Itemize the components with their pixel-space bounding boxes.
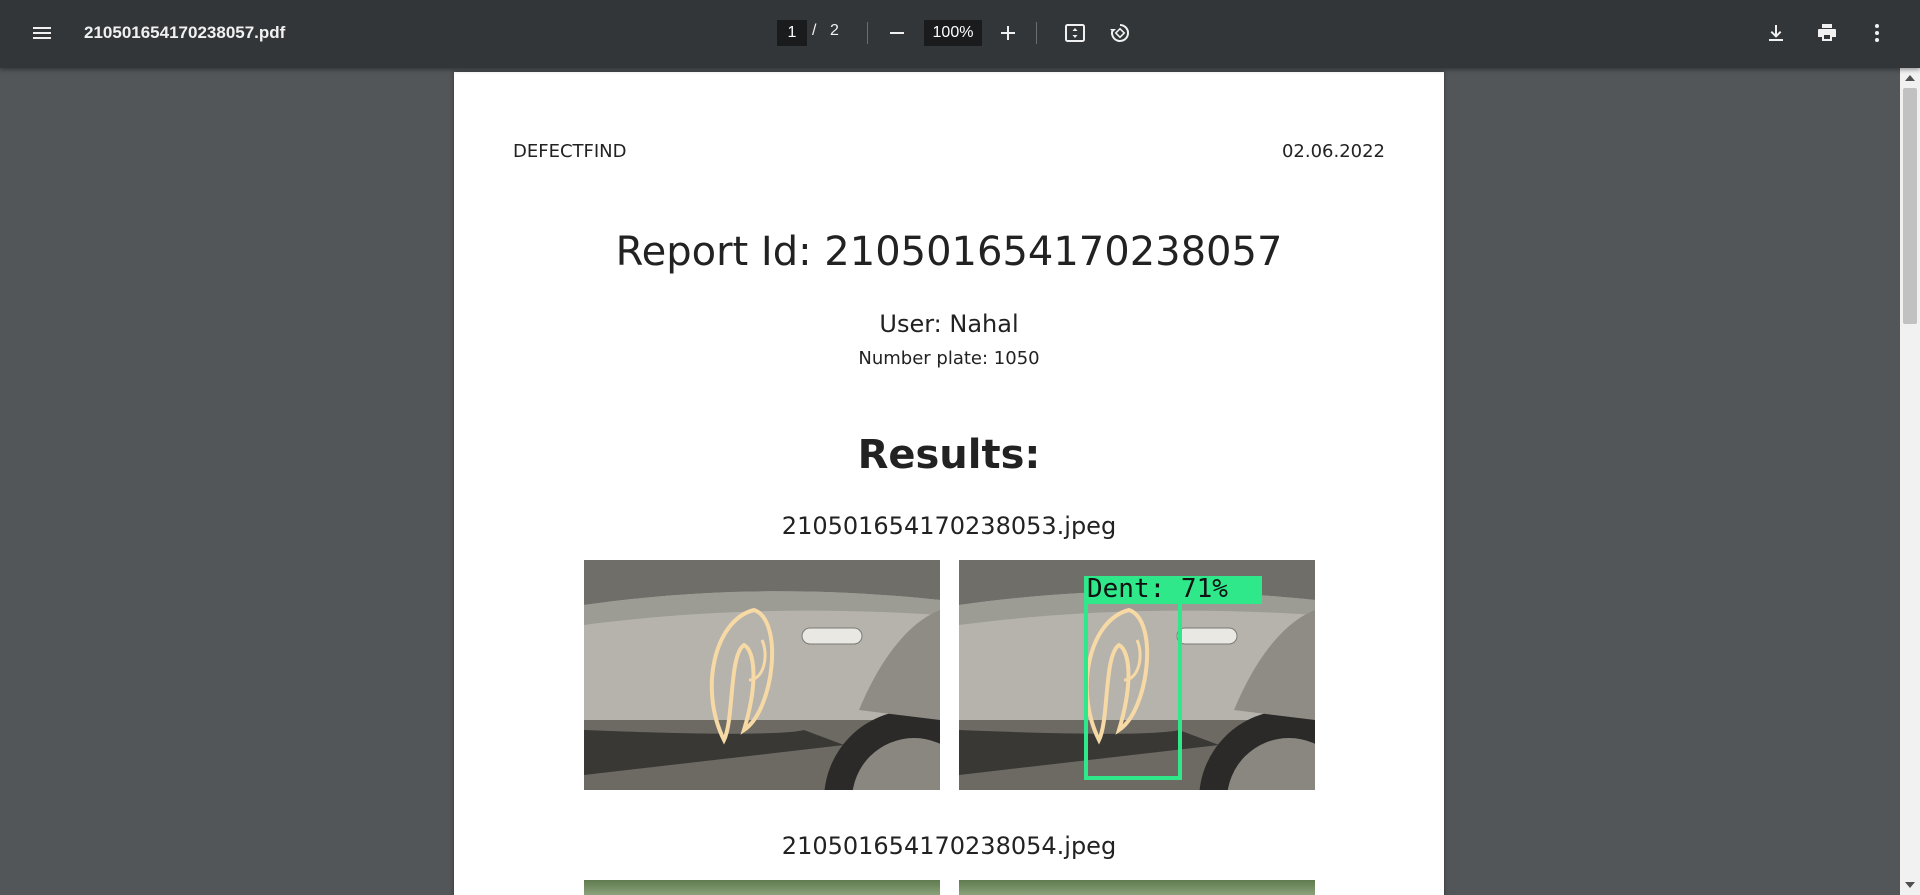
page-separator: /: [812, 22, 817, 39]
fit-page-button[interactable]: [1055, 13, 1095, 53]
page-number-input[interactable]: 1: [777, 20, 807, 46]
file-title: 210501654170238057.pdf: [84, 23, 286, 42]
zoom-input[interactable]: 100%: [924, 20, 982, 46]
pdf-page: DEFECTFIND 02.06.2022 Report Id: 2105016…: [454, 72, 1444, 895]
zoom-out-button[interactable]: [877, 13, 917, 53]
pdf-toolbar: 210501654170238057.pdf 1 / 2 100%: [0, 0, 1920, 68]
scroll-down-button[interactable]: [1900, 877, 1920, 893]
scrollbar-thumb[interactable]: [1903, 88, 1917, 324]
rotate-icon: [1110, 24, 1129, 42]
page-total: 2: [830, 22, 839, 39]
menu-button[interactable]: [22, 13, 62, 53]
download-button[interactable]: [1756, 13, 1796, 53]
zoom-out-icon: [890, 32, 904, 34]
scroll-down-icon: [1905, 882, 1915, 888]
more-options-button[interactable]: [1857, 13, 1897, 53]
toolbar-divider: [1036, 22, 1037, 44]
print-button[interactable]: [1807, 13, 1847, 53]
second-detection-photo: [959, 880, 1315, 895]
pdf-viewer[interactable]: DEFECTFIND 02.06.2022 Report Id: 2105016…: [0, 68, 1900, 895]
image-file-name: 210501654170238054.jpeg: [781, 832, 1117, 860]
results-heading: Results:: [857, 432, 1041, 478]
zoom-in-icon: [1001, 26, 1015, 40]
scroll-up-icon: [1905, 75, 1915, 81]
print-icon: [1818, 24, 1836, 41]
toolbar-divider: [867, 22, 868, 44]
more-vert-icon: [1875, 24, 1879, 42]
second-original-photo: [584, 880, 940, 895]
fit-page-icon: [1065, 24, 1085, 42]
detection-car-photo: Dent: 71%: [959, 560, 1315, 790]
zoom-in-button[interactable]: [988, 13, 1028, 53]
vertical-scrollbar[interactable]: [1900, 68, 1920, 895]
download-icon: [1769, 25, 1783, 41]
original-car-photo: [584, 560, 940, 790]
user-line: User: Nahal: [879, 310, 1019, 338]
report-date: 02.06.2022: [1281, 141, 1385, 162]
number-plate-line: Number plate: 1050: [858, 348, 1040, 369]
brand-name: DEFECTFIND: [513, 141, 627, 162]
report-title: Report Id: 210501654170238057: [615, 229, 1283, 275]
scroll-up-button[interactable]: [1900, 70, 1920, 86]
detection-label: Dent: 71%: [1087, 574, 1228, 604]
rotate-button[interactable]: [1100, 13, 1140, 53]
menu-icon: [33, 27, 51, 39]
image-file-name: 210501654170238053.jpeg: [781, 512, 1117, 540]
